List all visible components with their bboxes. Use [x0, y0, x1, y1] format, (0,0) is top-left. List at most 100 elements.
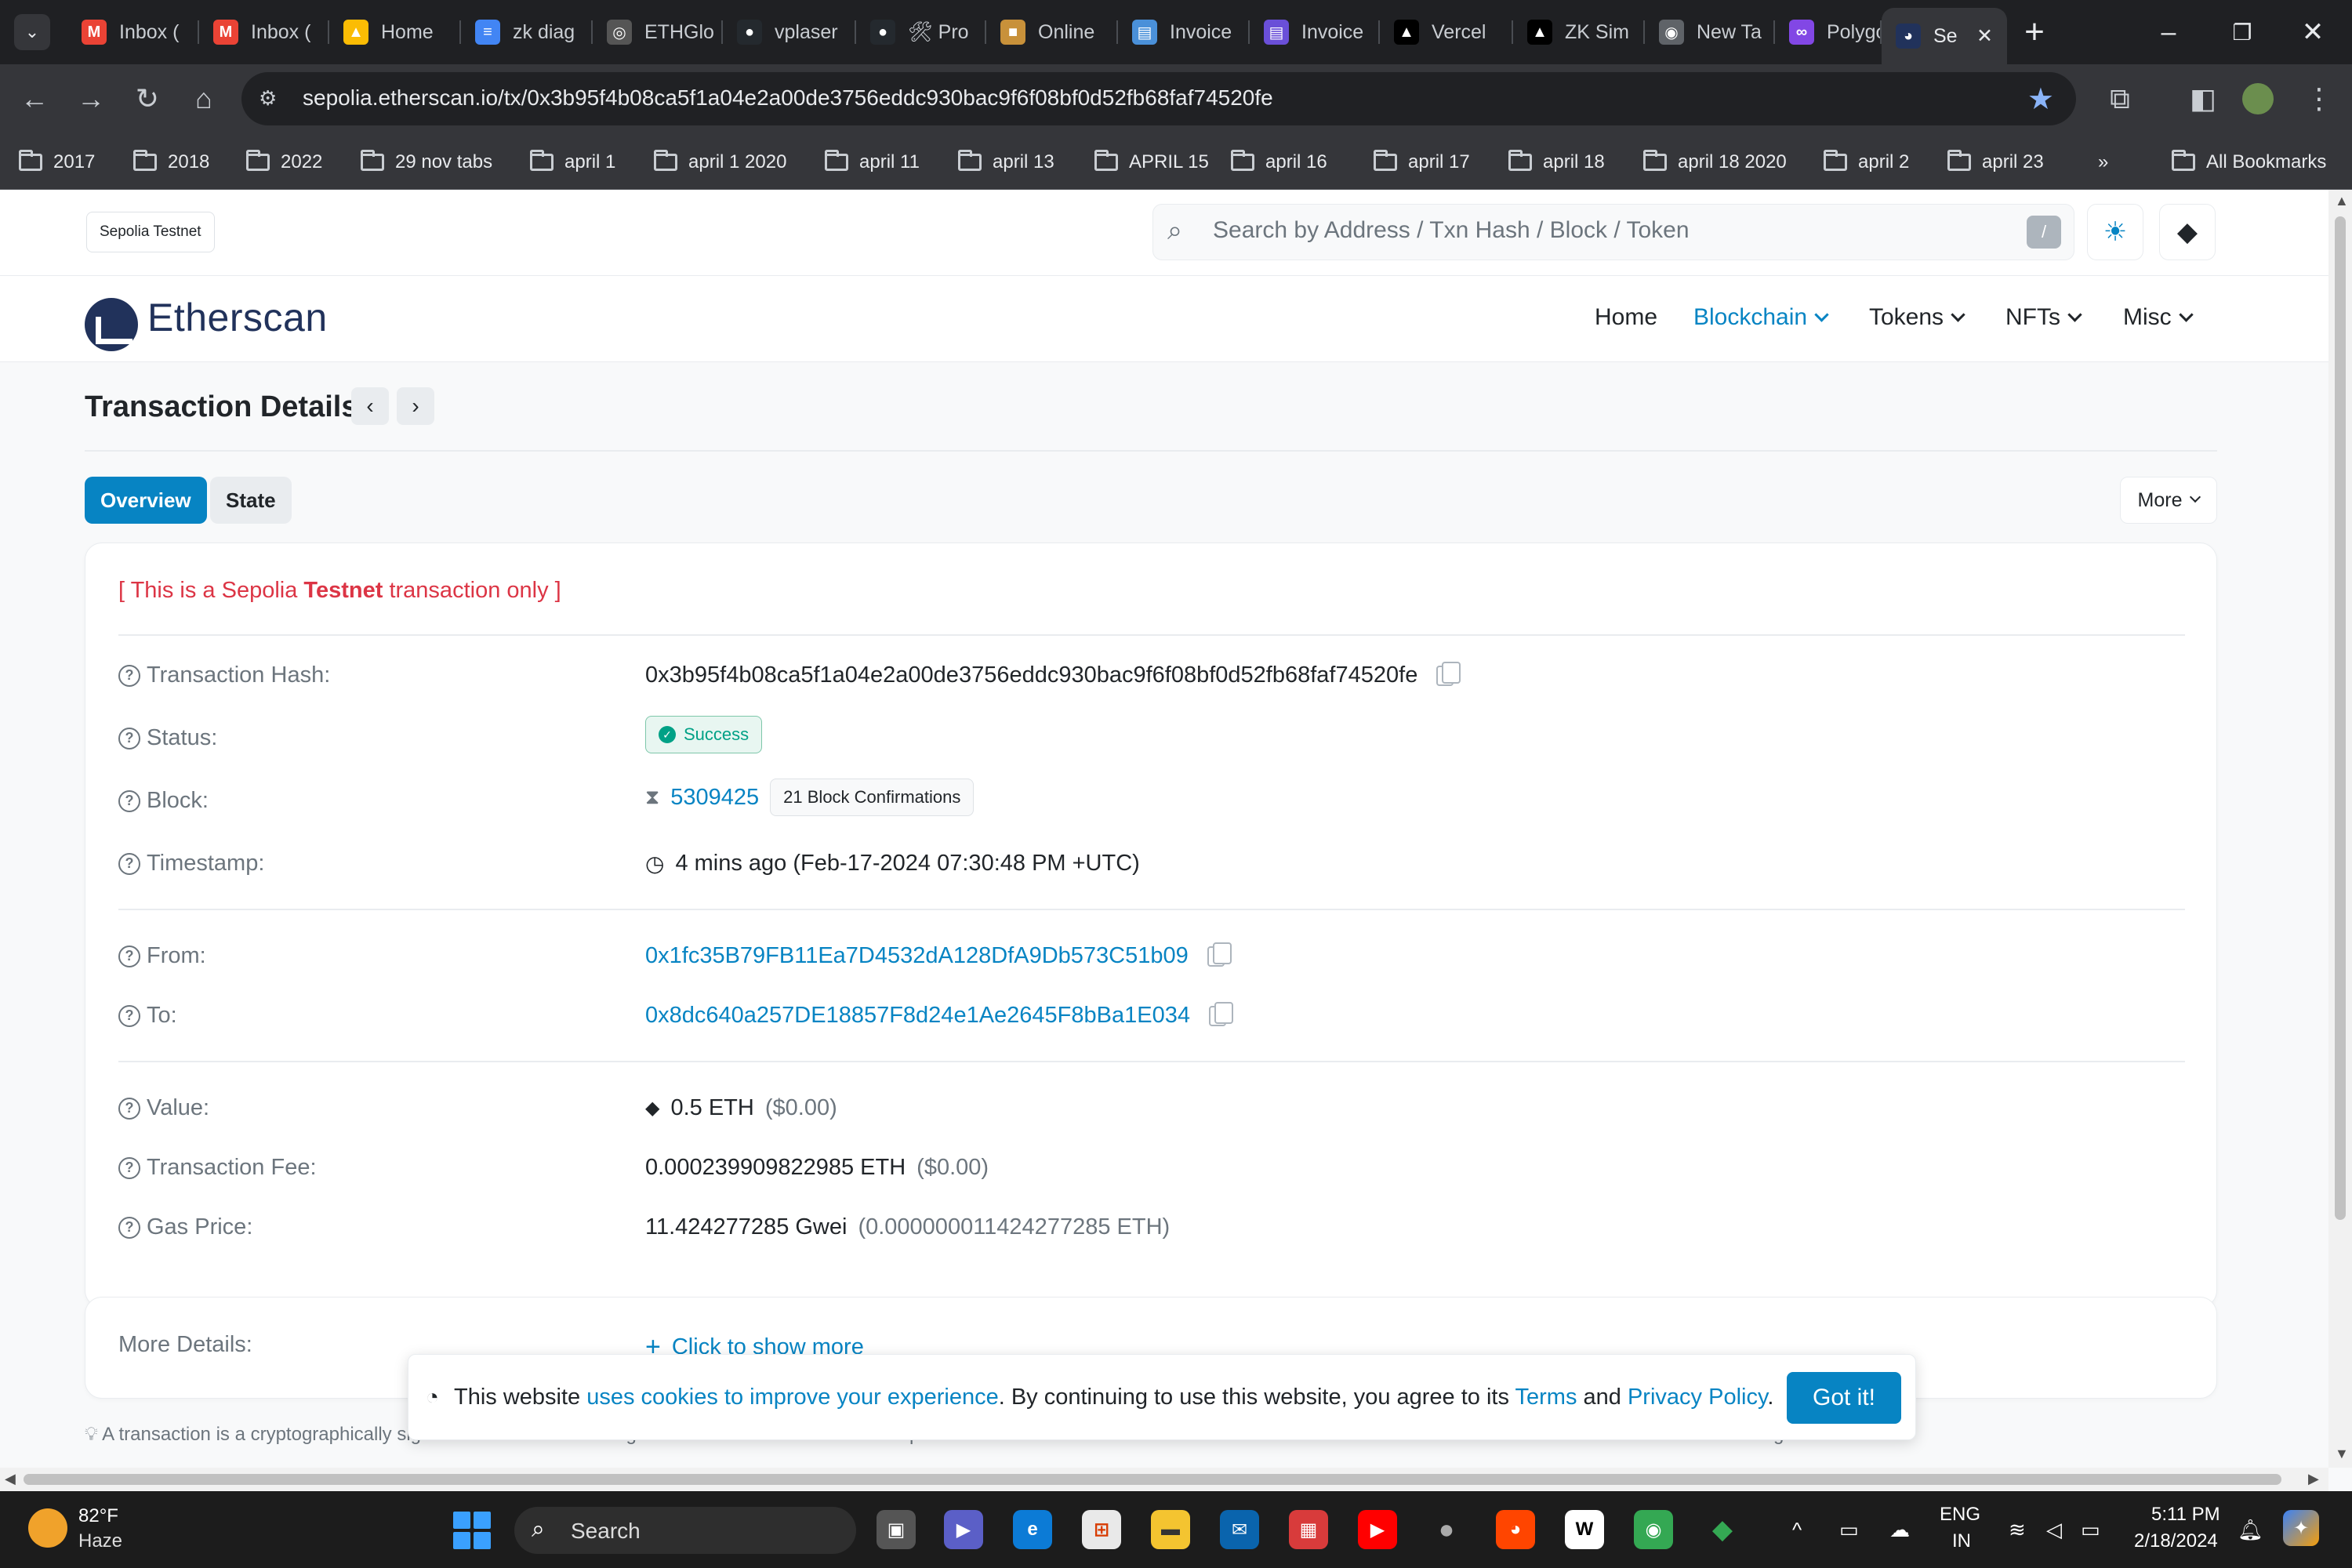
weather-temperature[interactable]: 82°F	[78, 1505, 118, 1527]
weather-haze-icon[interactable]	[28, 1508, 67, 1548]
tab-10[interactable]: ▲ Vercel	[1380, 8, 1513, 56]
scroll-up-icon[interactable]: ▲	[2335, 193, 2349, 209]
restore-button[interactable]: ❐	[2219, 11, 2266, 53]
terms-link[interactable]: Terms	[1515, 1385, 1577, 1410]
network-badge[interactable]: Sepolia Testnet	[86, 212, 215, 252]
help-icon[interactable]: ?	[118, 1097, 140, 1120]
bookmark-folder[interactable]: 29 nov tabs	[361, 147, 492, 177]
help-icon[interactable]: ?	[118, 664, 140, 687]
address-bar-url[interactable]: sepolia.etherscan.io/tx/0x3b95f4b08ca5f1…	[303, 85, 1273, 111]
from-address-link[interactable]: 0x1fc35B79FB11Ea7D4532dA128DfA9Db573C51b…	[645, 943, 1189, 969]
onedrive-icon[interactable]: ☁	[1889, 1518, 1910, 1542]
copy-icon[interactable]	[1207, 942, 1232, 967]
bookmark-folder[interactable]: 2018	[133, 147, 209, 177]
block-number-link[interactable]: 5309425	[670, 785, 759, 811]
help-icon[interactable]: ?	[118, 852, 140, 875]
bookmark-folder[interactable]: april 2	[1824, 147, 1909, 177]
back-button[interactable]: ←	[13, 77, 56, 121]
help-icon[interactable]: ?	[118, 1216, 140, 1239]
close-tab-icon[interactable]: ✕	[1976, 24, 1993, 48]
tab-overview[interactable]: Overview	[85, 477, 207, 524]
copilot-icon[interactable]: ✦	[2283, 1510, 2319, 1546]
tab-0[interactable]: M Inbox (	[67, 8, 199, 56]
profile-avatar[interactable]	[2239, 80, 2277, 118]
weather-description[interactable]: Haze	[78, 1530, 122, 1552]
apple-icon[interactable]: ●	[1427, 1510, 1466, 1549]
wikipedia-icon[interactable]: W	[1565, 1510, 1604, 1549]
reddit-icon[interactable]: ◕	[1496, 1510, 1535, 1549]
nav-nfts[interactable]: NFTs	[2005, 304, 2082, 331]
clock-time[interactable]: 5:11 PM	[2151, 1504, 2220, 1526]
vertical-scrollbar[interactable]: ▲ ▼	[2328, 190, 2352, 1468]
tab-2[interactable]: ▲ Home	[329, 8, 461, 56]
new-tab-button[interactable]: +	[2015, 13, 2054, 52]
copy-icon[interactable]	[1436, 661, 1461, 686]
etherscan-logo-icon[interactable]	[85, 298, 138, 351]
side-panel-icon[interactable]: ◧	[2184, 80, 2222, 118]
tab-4[interactable]: ◎ ETHGlo	[593, 8, 723, 56]
tab-5[interactable]: ● vplaser	[723, 8, 856, 56]
close-window-button[interactable]: ✕	[2289, 11, 2336, 53]
scroll-down-icon[interactable]: ▼	[2335, 1446, 2349, 1462]
help-icon[interactable]: ?	[118, 727, 140, 750]
to-address-link[interactable]: 0x8dc640a257DE18857F8d24e1Ae2645F8bBa1E0…	[645, 1003, 1190, 1029]
site-info-icon[interactable]: ⚙	[259, 86, 284, 111]
bookmarks-overflow-button[interactable]: »	[2098, 147, 2108, 177]
file-explorer-icon[interactable]: ▬	[1151, 1510, 1190, 1549]
more-dropdown-button[interactable]: More	[2120, 477, 2217, 524]
tab-6[interactable]: ● 🛠 Pro	[856, 8, 986, 56]
extensions-icon[interactable]: ⧉	[2101, 80, 2139, 118]
bookmark-folder[interactable]: april 17	[1374, 147, 1470, 177]
tx-hash-text[interactable]: 0x3b95f4b08ca5f1a04e2a00de3756eddc930bac…	[645, 662, 1417, 688]
network-switch-button[interactable]: ◆	[2159, 204, 2216, 260]
nav-blockchain[interactable]: Blockchain	[1693, 304, 1829, 331]
region-indicator[interactable]: IN	[1952, 1530, 1971, 1552]
privacy-policy-link[interactable]: Privacy Policy	[1628, 1385, 1767, 1410]
git-icon[interactable]: ◆	[1703, 1510, 1742, 1549]
edge-icon[interactable]: e	[1013, 1510, 1052, 1549]
copy-icon[interactable]	[1208, 1001, 1233, 1026]
bookmark-folder[interactable]: 2017	[19, 147, 95, 177]
mail-icon[interactable]: ✉	[1220, 1510, 1259, 1549]
language-indicator[interactable]: ENG	[1940, 1504, 1980, 1526]
help-icon[interactable]: ?	[118, 789, 140, 812]
bookmark-folder[interactable]: april 1	[530, 147, 615, 177]
previous-tx-button[interactable]: ‹	[351, 387, 389, 425]
task-view-icon[interactable]: ▣	[877, 1510, 916, 1549]
news-icon[interactable]: ▦	[1289, 1510, 1328, 1549]
bookmark-folder[interactable]: april 23	[1947, 147, 2044, 177]
browser-menu-icon[interactable]: ⋮	[2300, 80, 2338, 118]
nav-misc[interactable]: Misc	[2123, 304, 2194, 331]
notification-bell-icon[interactable]: 🔔︎	[2238, 1518, 2263, 1542]
bookmark-folder[interactable]: april 18 2020	[1643, 147, 1787, 177]
youtube-icon[interactable]: ▶	[1358, 1510, 1397, 1549]
reload-button[interactable]: ↻	[125, 77, 169, 121]
forward-button[interactable]: →	[69, 77, 113, 121]
cookie-policy-link[interactable]: uses cookies to improve your experience	[586, 1385, 998, 1410]
bookmark-folder[interactable]: APRIL 15	[1094, 147, 1209, 177]
tab-search-button[interactable]: ⌄	[14, 14, 50, 50]
chrome-icon[interactable]: ◉	[1634, 1510, 1673, 1549]
help-icon[interactable]: ?	[118, 1156, 140, 1179]
theme-toggle-button[interactable]: ☀	[2087, 204, 2143, 260]
etherscan-logo-text[interactable]: Etherscan	[147, 295, 328, 340]
tab-14[interactable]: ◕ Se ✕	[1882, 8, 2007, 64]
tab-12[interactable]: ◉ New Ta	[1645, 8, 1775, 56]
horizontal-scrollbar[interactable]: ◀ ▶	[0, 1468, 2328, 1491]
teams-icon[interactable]: ▶	[944, 1510, 983, 1549]
next-tx-button[interactable]: ›	[397, 387, 434, 425]
tab-9[interactable]: ▤ Invoice	[1250, 8, 1380, 56]
scroll-right-icon[interactable]: ▶	[2308, 1471, 2319, 1487]
bookmark-folder[interactable]: april 1 2020	[654, 147, 786, 177]
all-bookmarks-folder[interactable]: All Bookmarks	[2172, 147, 2326, 177]
nav-tokens[interactable]: Tokens	[1869, 304, 1965, 331]
tab-8[interactable]: ▤ Invoice	[1118, 8, 1250, 56]
horizontal-scroll-thumb[interactable]	[24, 1474, 2281, 1485]
tab-13[interactable]: ∞ Polygo	[1775, 8, 1882, 56]
minimize-button[interactable]: –	[2145, 11, 2192, 53]
tab-7[interactable]: ■ Online	[986, 8, 1118, 56]
bookmark-folder[interactable]: april 18	[1508, 147, 1605, 177]
cookie-accept-button[interactable]: Got it!	[1787, 1372, 1901, 1424]
scroll-left-icon[interactable]: ◀	[5, 1471, 16, 1487]
tab-1[interactable]: M Inbox (	[199, 8, 329, 56]
